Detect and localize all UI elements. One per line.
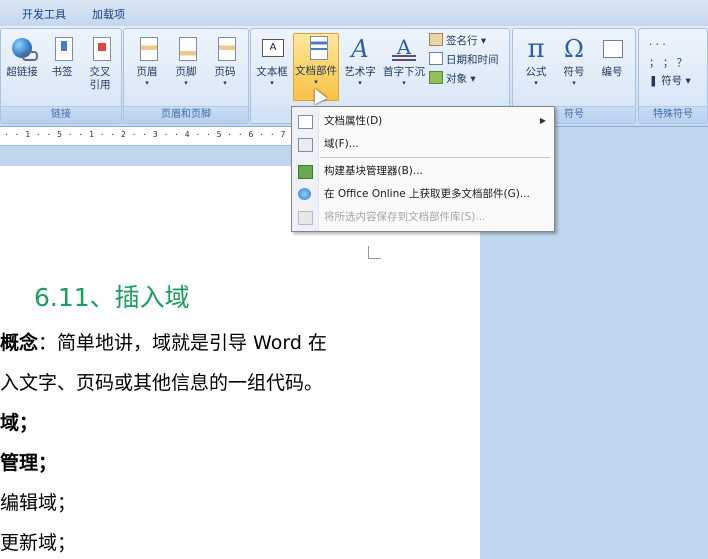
header-label: 页眉 — [136, 66, 158, 78]
signature-line-button[interactable]: 签名行 ▾ — [429, 33, 486, 50]
object-button[interactable]: 对象 ▾ — [429, 71, 476, 88]
textbox-icon: A — [258, 35, 286, 63]
hyperlink-label: 超链接 — [6, 66, 38, 78]
date-time-button[interactable]: 日期和时间 — [429, 52, 499, 69]
quick-parts-dropdown-icon: ▾ — [314, 78, 318, 86]
page-number-button[interactable]: 页码 ▾ — [206, 35, 244, 95]
document-property-icon — [298, 115, 313, 129]
margin-corner-mark — [368, 246, 381, 259]
calendar-icon — [429, 52, 443, 65]
submenu-arrow-icon: ▶ — [539, 116, 546, 125]
wordart-button[interactable]: A 艺术字 ▾ — [341, 35, 379, 95]
symbol-dropdown-icon: ▾ — [572, 79, 576, 87]
cross-reference-label-1: 交叉 — [89, 66, 111, 78]
dropcap-dropdown-icon: ▾ — [402, 79, 406, 87]
date-time-label: 日期和时间 — [446, 54, 499, 66]
body-line-3: 域； — [0, 412, 39, 434]
menu-item-document-property[interactable]: 文档属性(D) ▶ — [292, 110, 554, 132]
hyperlink-icon — [8, 35, 38, 63]
special-dots-row-2[interactable]: ； ； ？ — [649, 55, 687, 72]
special-symbols-group-label: 特殊符号 — [639, 106, 707, 123]
equation-button[interactable]: π 公式 ▾ — [517, 35, 555, 95]
dropcap-icon: A — [390, 35, 418, 63]
quick-parts-icon — [302, 34, 330, 62]
numbering-label: 编号 — [601, 66, 623, 78]
quick-parts-menu: 文档属性(D) ▶ 域(F)... 构建基块管理器(B)... 在 Office… — [291, 106, 555, 232]
body-line-2: 入文字、页码或其他信息的一组代码。 — [0, 372, 324, 394]
ribbon-tab-bar: 开发工具 加载项 — [0, 0, 708, 27]
header-footer-group-label: 页眉和页脚 — [124, 106, 248, 123]
links-group: 超链接 书签 交叉 引用 链接 — [0, 28, 122, 124]
wordart-label: 艺术字 — [344, 66, 376, 78]
special-symbols-group: · · · ； ； ？ ❚ 符号 ▾ 特殊符号 — [638, 28, 708, 124]
save-selection-icon — [298, 211, 313, 225]
building-blocks-icon — [298, 165, 313, 179]
omega-icon: Ω — [564, 35, 584, 63]
symbol-label: 符号 — [563, 66, 585, 78]
wordart-icon: A — [351, 35, 369, 63]
body-line-4: 管理； — [0, 452, 58, 474]
header-button[interactable]: 页眉 ▾ — [128, 35, 166, 95]
menu-item-document-property-label: 文档属性(D) — [324, 115, 383, 127]
object-icon — [429, 71, 443, 84]
textbox-dropdown-icon: ▾ — [270, 79, 274, 87]
tab-addins[interactable]: 加载项 — [92, 6, 125, 22]
numbering-button[interactable]: 编号 — [593, 35, 631, 95]
wordart-dropdown-icon: ▾ — [358, 79, 362, 87]
header-footer-group: 页眉 ▾ 页脚 ▾ 页码 ▾ 页眉和页脚 — [123, 28, 249, 124]
concept-label: 概念 — [0, 332, 39, 354]
menu-item-save-selection[interactable]: 将所选内容保存到文档部件库(S)... — [292, 206, 554, 228]
menu-item-building-blocks-label: 构建基块管理器(B)... — [324, 165, 423, 177]
signature-icon — [429, 33, 443, 46]
bookmark-icon — [48, 35, 76, 63]
menu-item-office-online-label: 在 Office Online 上获取更多文档部件(G)... — [324, 188, 530, 200]
links-group-label: 链接 — [1, 106, 121, 123]
hyperlink-button[interactable]: 超链接 — [3, 35, 41, 95]
textbox-label: 文本框 — [256, 66, 288, 78]
page-number-label: 页码 — [214, 66, 236, 78]
numbering-icon — [598, 35, 626, 63]
bookmark-label: 书签 — [51, 66, 73, 78]
header-dropdown-icon: ▾ — [145, 79, 149, 87]
header-icon — [133, 35, 161, 63]
section-heading: 6.11、插入域 — [34, 283, 190, 312]
body-line-1-text: ：简单地讲，域就是引导 Word 在 — [38, 332, 327, 354]
equation-label: 公式 — [525, 66, 547, 78]
online-globe-icon — [298, 188, 311, 200]
tab-developer[interactable]: 开发工具 — [22, 6, 66, 22]
footer-dropdown-icon: ▾ — [184, 79, 188, 87]
field-icon — [298, 138, 313, 152]
symbol-button[interactable]: Ω 符号 ▾ — [555, 35, 593, 95]
body-line-6: 更新域； — [0, 532, 77, 554]
dropcap-button[interactable]: A 首字下沉 ▾ — [383, 35, 425, 95]
bookmark-button[interactable]: 书签 — [43, 35, 81, 95]
special-symbol-dropdown[interactable]: ❚ 符号 ▾ — [649, 73, 691, 90]
menu-item-office-online[interactable]: 在 Office Online 上获取更多文档部件(G)... — [292, 183, 554, 205]
textbox-button[interactable]: A 文本框 ▾ — [253, 35, 291, 95]
menu-item-building-blocks[interactable]: 构建基块管理器(B)... — [292, 160, 554, 182]
pi-icon: π — [527, 34, 545, 64]
equation-dropdown-icon: ▾ — [534, 79, 538, 87]
menu-item-field-label: 域(F)... — [324, 138, 359, 150]
cross-reference-label-2: 引用 — [89, 79, 111, 91]
menu-item-save-selection-label: 将所选内容保存到文档部件库(S)... — [324, 211, 486, 223]
cross-reference-icon — [86, 35, 114, 63]
body-line-1: 概念：简单地讲，域就是引导 Word 在 — [0, 328, 327, 355]
page-number-icon — [211, 35, 239, 63]
page-number-dropdown-icon: ▾ — [223, 79, 227, 87]
footer-label: 页脚 — [175, 66, 197, 78]
footer-button[interactable]: 页脚 ▾ — [167, 35, 205, 95]
special-symbol-label: 符号 — [661, 75, 683, 87]
body-line-5: 编辑域； — [0, 492, 77, 514]
object-label: 对象 — [446, 73, 467, 85]
special-dots-row-1[interactable]: · · · — [649, 37, 666, 54]
quick-parts-label: 文档部件 — [295, 65, 337, 77]
cross-reference-button[interactable]: 交叉 引用 — [81, 35, 119, 95]
footer-icon — [172, 35, 200, 63]
signature-line-label: 签名行 — [446, 35, 478, 47]
dropcap-label: 首字下沉 — [383, 66, 425, 78]
menu-item-field[interactable]: 域(F)... — [292, 133, 554, 155]
